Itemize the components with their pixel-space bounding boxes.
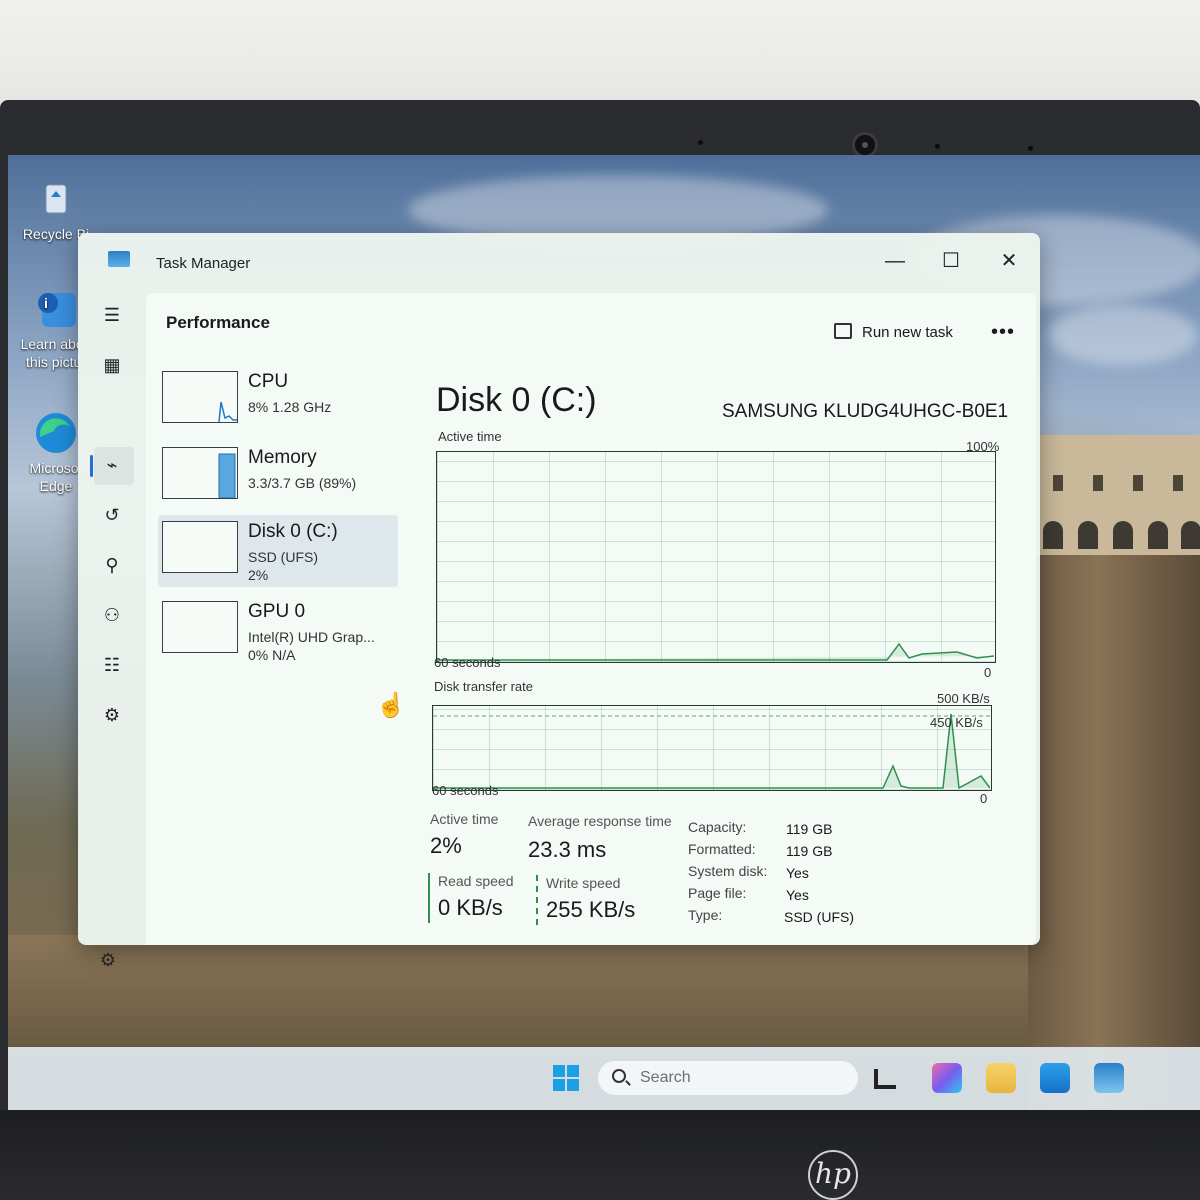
- active-time-zero: 0: [984, 665, 992, 680]
- file-explorer-icon[interactable]: [986, 1063, 1016, 1093]
- app-history-icon[interactable]: ↺: [100, 503, 124, 527]
- stat-read-speed-label: Read speed: [438, 873, 514, 889]
- stat-active-time-label: Active time: [430, 811, 499, 827]
- property-key: Page file:: [688, 885, 747, 901]
- property-value: Yes: [786, 865, 809, 881]
- start-button[interactable]: [553, 1065, 579, 1091]
- stat-read-speed-value: 0 KB/s: [438, 895, 503, 920]
- property-key: Formatted:: [688, 841, 756, 857]
- transfer-rate-zero: 0: [980, 791, 988, 806]
- device-detail: 3.3/3.7 GB (89%): [248, 475, 357, 491]
- taskbar-search[interactable]: Search: [598, 1061, 858, 1095]
- device-usage: 2%: [248, 567, 269, 583]
- sensor-dot: [935, 144, 940, 149]
- run-task-icon: [834, 323, 852, 339]
- run-new-task-button[interactable]: Run new task: [834, 323, 953, 341]
- active-time-graph-label: Active time: [438, 429, 502, 444]
- property-value: 119 GB: [786, 843, 833, 859]
- svg-text:i: i: [44, 295, 48, 311]
- task-manager-window: Task Manager — ☐ ✕ ☰ ▦ ⌁ ↺ ⚲ ⚇ ☷ ⚙ ⚙ Per…: [78, 233, 1040, 970]
- device-name: Disk 0 (C:): [248, 521, 338, 542]
- device-item-disk[interactable]: Disk 0 (C:) SSD (UFS) 2%: [158, 515, 398, 587]
- device-item-cpu[interactable]: CPU 8% 1.28 GHz: [158, 365, 398, 437]
- device-detail: Intel(R) UHD Grap...: [248, 629, 375, 645]
- property-value: SSD (UFS): [784, 909, 854, 925]
- disk-title: Disk 0 (C:): [436, 381, 597, 419]
- landscape-cliff: [1028, 555, 1200, 1110]
- store-icon[interactable]: [1040, 1063, 1070, 1093]
- sensor-dot: [698, 140, 703, 145]
- hp-logo: hp: [808, 1150, 858, 1200]
- disk-thumbnail-graph: [162, 521, 238, 573]
- device-name: GPU 0: [248, 601, 306, 622]
- nav-rail: ☰ ▦ ⌁ ↺ ⚲ ⚇ ☷ ⚙ ⚙: [78, 283, 146, 970]
- sensor-dot: [1028, 146, 1033, 151]
- device-item-memory[interactable]: Memory 3.3/3.7 GB (89%): [158, 441, 398, 513]
- property-value: 119 GB: [786, 821, 833, 837]
- transfer-rate-mark: 450 KB/s: [930, 715, 983, 730]
- stat-active-time-value: 2%: [430, 833, 462, 858]
- transfer-rate-seconds: 60 seconds: [432, 783, 499, 798]
- taskbar: Search: [8, 1047, 1200, 1110]
- users-icon[interactable]: ⚇: [100, 603, 124, 627]
- nav-active-indicator: [90, 455, 93, 477]
- window-title: Task Manager: [156, 255, 251, 272]
- active-time-graph: [436, 451, 996, 663]
- read-speed-indicator: [428, 873, 430, 923]
- more-options-button[interactable]: •••: [991, 321, 1015, 344]
- search-placeholder: Search: [640, 1069, 691, 1086]
- settings-icon[interactable]: ⚙: [96, 948, 120, 972]
- info-picture-icon: i: [34, 287, 78, 331]
- write-speed-indicator: [536, 875, 538, 925]
- performance-icon[interactable]: ⌁: [100, 453, 124, 477]
- transfer-rate-graph: [432, 705, 992, 791]
- services-icon[interactable]: ⚙: [100, 703, 124, 727]
- details-icon[interactable]: ☷: [100, 653, 124, 677]
- page-title: Performance: [166, 313, 270, 332]
- desktop-screen: Recycle Bi i Learn abou this pictur Micr…: [8, 155, 1200, 1110]
- device-detail: SSD (UFS): [248, 549, 318, 565]
- memory-thumbnail-graph: [162, 447, 238, 499]
- device-detail: 8% 1.28 GHz: [248, 399, 332, 415]
- task-view-icon[interactable]: [874, 1069, 896, 1089]
- device-usage: 0% N/A: [248, 647, 296, 663]
- mouse-cursor-icon: ☝: [376, 692, 406, 719]
- startup-icon[interactable]: ⚲: [100, 553, 124, 577]
- maximize-button[interactable]: ☐: [936, 247, 966, 275]
- menu-icon[interactable]: ☰: [100, 303, 124, 327]
- run-task-label: Run new task: [862, 324, 953, 341]
- disk-model: SAMSUNG KLUDG4UHGC-B0E1: [722, 401, 1009, 422]
- stat-avg-response-label: Average response time: [528, 813, 672, 829]
- cpu-thumbnail-graph: [162, 371, 238, 423]
- copilot-icon[interactable]: [932, 1063, 962, 1093]
- stat-write-speed-value: 255 KB/s: [546, 897, 636, 922]
- performance-panel: Performance Run new task ••• CPU 8% 1.28…: [146, 293, 1036, 945]
- desktop-icon-label: Microsof Edge: [29, 460, 83, 494]
- property-key: Type:: [688, 907, 723, 923]
- laptop-bottom-bezel: [0, 1110, 1200, 1200]
- edge-icon: [34, 411, 78, 455]
- property-value: Yes: [786, 887, 809, 903]
- task-manager-app-icon: [108, 251, 130, 267]
- stat-write-speed-label: Write speed: [546, 875, 621, 891]
- gpu-thumbnail-graph: [162, 601, 238, 653]
- property-key: System disk:: [688, 863, 768, 879]
- device-name: CPU: [248, 371, 289, 392]
- transfer-rate-graph-label: Disk transfer rate: [434, 679, 533, 694]
- minimize-button[interactable]: —: [880, 247, 910, 275]
- close-button[interactable]: ✕: [994, 247, 1024, 275]
- landscape-building: [1033, 435, 1200, 555]
- recycle-bin-icon: [34, 177, 78, 221]
- task-manager-taskbar-icon[interactable]: [1094, 1063, 1124, 1093]
- transfer-rate-max: 500 KB/s: [937, 691, 990, 706]
- device-name: Memory: [248, 447, 317, 468]
- search-icon: [612, 1069, 626, 1083]
- property-key: Capacity:: [688, 819, 747, 835]
- device-item-gpu[interactable]: GPU 0 Intel(R) UHD Grap... 0% N/A: [158, 595, 398, 667]
- stat-avg-response-value: 23.3 ms: [528, 837, 607, 862]
- active-time-seconds: 60 seconds: [434, 655, 501, 670]
- processes-icon[interactable]: ▦: [100, 353, 124, 377]
